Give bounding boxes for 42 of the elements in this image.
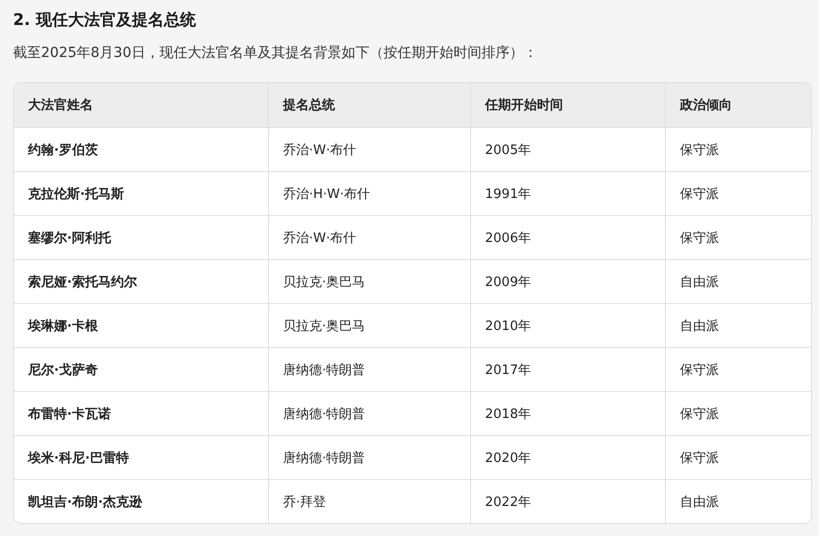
table-cell: 1991年 <box>471 171 666 215</box>
table-cell: 唐纳德·特朗普 <box>269 347 471 391</box>
table-cell: 乔治·W·布什 <box>269 215 471 259</box>
table-cell: 保守派 <box>666 171 811 215</box>
table-cell: 凯坦吉·布朗·杰克逊 <box>14 479 269 523</box>
table-cell: 2010年 <box>471 303 666 347</box>
table-cell: 自由派 <box>666 479 811 523</box>
section-title: 2. 现任大法官及提名总统 <box>13 9 197 31</box>
table-cell: 保守派 <box>666 391 811 435</box>
table-cell: 约翰·罗伯茨 <box>14 127 269 171</box>
table-cell: 保守派 <box>666 435 811 479</box>
column-header: 政治倾向 <box>666 83 811 127</box>
table-cell: 贝拉克·奥巴马 <box>269 259 471 303</box>
table-cell: 尼尔·戈萨奇 <box>14 347 269 391</box>
table-cell: 自由派 <box>666 303 811 347</box>
intro-text: 截至2025年8月30日，现任大法官名单及其提名背景如下（按任期开始时间排序）： <box>13 44 538 63</box>
table-cell: 乔·拜登 <box>269 479 471 523</box>
table-cell: 克拉伦斯·托马斯 <box>14 171 269 215</box>
table-cell: 2017年 <box>471 347 666 391</box>
table-cell: 2022年 <box>471 479 666 523</box>
table-cell: 埃米·科尼·巴雷特 <box>14 435 269 479</box>
column-header: 提名总统 <box>269 83 471 127</box>
table-cell: 索尼娅·索托马约尔 <box>14 259 269 303</box>
table-cell: 2020年 <box>471 435 666 479</box>
table-cell: 保守派 <box>666 347 811 391</box>
table-cell: 2006年 <box>471 215 666 259</box>
table-cell: 乔治·H·W·布什 <box>269 171 471 215</box>
table-cell: 唐纳德·特朗普 <box>269 391 471 435</box>
table-cell: 乔治·W·布什 <box>269 127 471 171</box>
table-cell: 塞缪尔·阿利托 <box>14 215 269 259</box>
table-cell: 保守派 <box>666 215 811 259</box>
table-cell: 布雷特·卡瓦诺 <box>14 391 269 435</box>
table-cell: 埃琳娜·卡根 <box>14 303 269 347</box>
table-cell: 自由派 <box>666 259 811 303</box>
table-cell: 唐纳德·特朗普 <box>269 435 471 479</box>
table-cell: 贝拉克·奥巴马 <box>269 303 471 347</box>
table-cell: 2018年 <box>471 391 666 435</box>
table-cell: 保守派 <box>666 127 811 171</box>
column-header: 大法官姓名 <box>14 83 269 127</box>
column-header: 任期开始时间 <box>471 83 666 127</box>
table-cell: 2009年 <box>471 259 666 303</box>
table-cell: 2005年 <box>471 127 666 171</box>
